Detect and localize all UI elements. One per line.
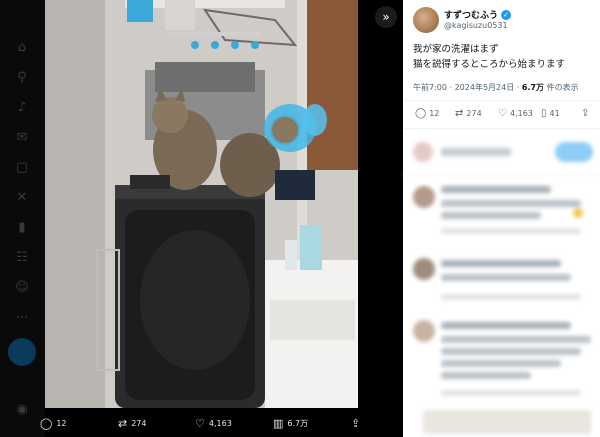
reply-author xyxy=(441,322,571,329)
reply-count: 12 xyxy=(429,109,440,118)
avatar[interactable] xyxy=(413,7,439,33)
share-icon: ⇪ xyxy=(351,416,361,430)
post-button[interactable] xyxy=(8,338,36,366)
user-handle[interactable]: @kagisuzu0531 xyxy=(444,21,508,30)
heart-icon: ♡ xyxy=(498,108,507,119)
reply-text xyxy=(441,360,561,367)
tweet-text-line-1: 我が家の洗濯はまず xyxy=(413,44,499,55)
viewer-reply-button[interactable]: ◯ 12 xyxy=(40,416,67,430)
emoji-icon xyxy=(573,208,583,218)
tweet-timestamp[interactable]: 午前7:00 · 2024年5月24日 · xyxy=(413,83,522,92)
reply-author xyxy=(441,260,561,267)
tweet-detail-panel: すずつむふう ✓ @kagisuzu0531 我が家の洗濯はまず 猫を説得すると… xyxy=(403,0,600,437)
media-viewer: » ◯ 12 ⇄ 274 ♡ 4,163 ▥ 6.7万 ⇪ xyxy=(40,0,403,437)
repost-button[interactable]: ⇄ 274 xyxy=(455,108,482,119)
repost-icon: ⇄ xyxy=(118,416,128,430)
reply-composer-avatar xyxy=(413,142,433,162)
repost-count: 274 xyxy=(131,418,147,428)
reply-author xyxy=(441,186,551,193)
avatar[interactable] xyxy=(413,186,435,208)
blurred-replies xyxy=(403,128,600,437)
reply-text xyxy=(441,372,531,379)
viewer-action-bar: ◯ 12 ⇄ 274 ♡ 4,163 ▥ 6.7万 ⇪ xyxy=(40,408,403,437)
bookmark-icon: ▯ xyxy=(541,108,547,119)
messages-icon[interactable]: ✉ xyxy=(14,130,30,146)
bookmark-button[interactable]: ▯ 41 xyxy=(541,108,560,119)
account-icon[interactable]: ◉ xyxy=(14,402,30,418)
share-button[interactable]: ⇪ xyxy=(581,108,589,119)
avatar[interactable] xyxy=(413,258,435,280)
verified-badge-icon: ✓ xyxy=(501,9,512,20)
promo-banner[interactable] xyxy=(423,410,591,434)
home-icon[interactable]: ⌂ xyxy=(14,40,30,56)
divider xyxy=(403,100,600,101)
reply-text xyxy=(441,212,541,219)
expand-panel-button[interactable]: » xyxy=(375,6,397,28)
reply-actions xyxy=(441,228,581,234)
display-name-text: すずつむふう xyxy=(444,11,499,21)
reply-icon: ◯ xyxy=(415,108,427,119)
repost-icon: ⇄ xyxy=(455,108,464,119)
reply-text xyxy=(441,274,571,281)
display-name[interactable]: すずつむふう ✓ xyxy=(444,8,512,21)
tweet-text-line-2: 猫を説得するところから始まります xyxy=(413,59,566,70)
tweet-stats-bar: ◯ 12 ⇄ 274 ♡ 4,163 ▯ 41 ⇪ xyxy=(403,108,600,124)
reply-actions xyxy=(441,390,581,396)
repost-count: 274 xyxy=(466,109,482,118)
viewer-share-button[interactable]: ⇪ xyxy=(351,416,360,430)
like-count: 4,163 xyxy=(509,109,533,118)
reply-button[interactable]: ◯ 12 xyxy=(415,108,439,119)
reply-text xyxy=(441,200,581,207)
profile-icon[interactable]: ☺ xyxy=(14,280,30,296)
like-count: 4,163 xyxy=(208,418,232,428)
tweet-view-label: 件の表示 xyxy=(544,83,579,92)
double-chevron-right-icon: » xyxy=(382,10,390,24)
more-icon[interactable]: ⋯ xyxy=(14,310,30,326)
app-window: ⌂ ⚲ ♪ ✉ ▢ ✕ ▮ ☷ ☺ ⋯ ◉ » ◯ 12 ⇄ 274 ♡ 4,1… xyxy=(0,0,600,437)
analytics-icon: ▥ xyxy=(273,416,284,430)
viewer-views-button[interactable]: ▥ 6.7万 xyxy=(273,416,308,430)
reply-actions xyxy=(441,294,581,300)
bookmarks-icon[interactable]: ▮ xyxy=(14,220,30,236)
grok-icon[interactable]: ▢ xyxy=(14,160,30,176)
reply-submit-button[interactable] xyxy=(555,142,593,162)
communities-icon[interactable]: ☷ xyxy=(14,250,30,266)
tweet-meta: 午前7:00 · 2024年5月24日 · 6.7万 件の表示 xyxy=(413,82,579,93)
like-button[interactable]: ♡ 4,163 xyxy=(498,108,533,119)
share-icon: ⇪ xyxy=(581,108,590,119)
heart-icon: ♡ xyxy=(195,416,205,430)
explore-icon[interactable]: ⚲ xyxy=(14,70,30,86)
tweet-view-count: 6.7万 xyxy=(521,83,545,92)
tweet-photo[interactable] xyxy=(45,0,358,408)
reply-icon: ◯ xyxy=(40,416,53,430)
bookmark-count: 41 xyxy=(549,109,560,118)
left-nav-rail: ⌂ ⚲ ♪ ✉ ▢ ✕ ▮ ☷ ☺ ⋯ ◉ xyxy=(0,0,45,437)
notifications-icon[interactable]: ♪ xyxy=(14,100,30,116)
viewer-like-button[interactable]: ♡ 4,163 xyxy=(195,416,232,430)
reply-text xyxy=(441,336,591,343)
photo-illustration xyxy=(45,0,358,408)
divider xyxy=(403,174,600,175)
reply-text xyxy=(441,348,581,355)
viewer-repost-button[interactable]: ⇄ 274 xyxy=(118,416,147,430)
view-count: 6.7万 xyxy=(287,418,309,428)
reply-composer-placeholder[interactable] xyxy=(441,148,511,156)
avatar[interactable] xyxy=(413,320,435,342)
tweet-text: 我が家の洗濯はまず 猫を説得するところから始まります xyxy=(413,42,593,72)
x-logo-icon[interactable]: ✕ xyxy=(14,190,30,206)
reply-count: 12 xyxy=(56,418,67,428)
